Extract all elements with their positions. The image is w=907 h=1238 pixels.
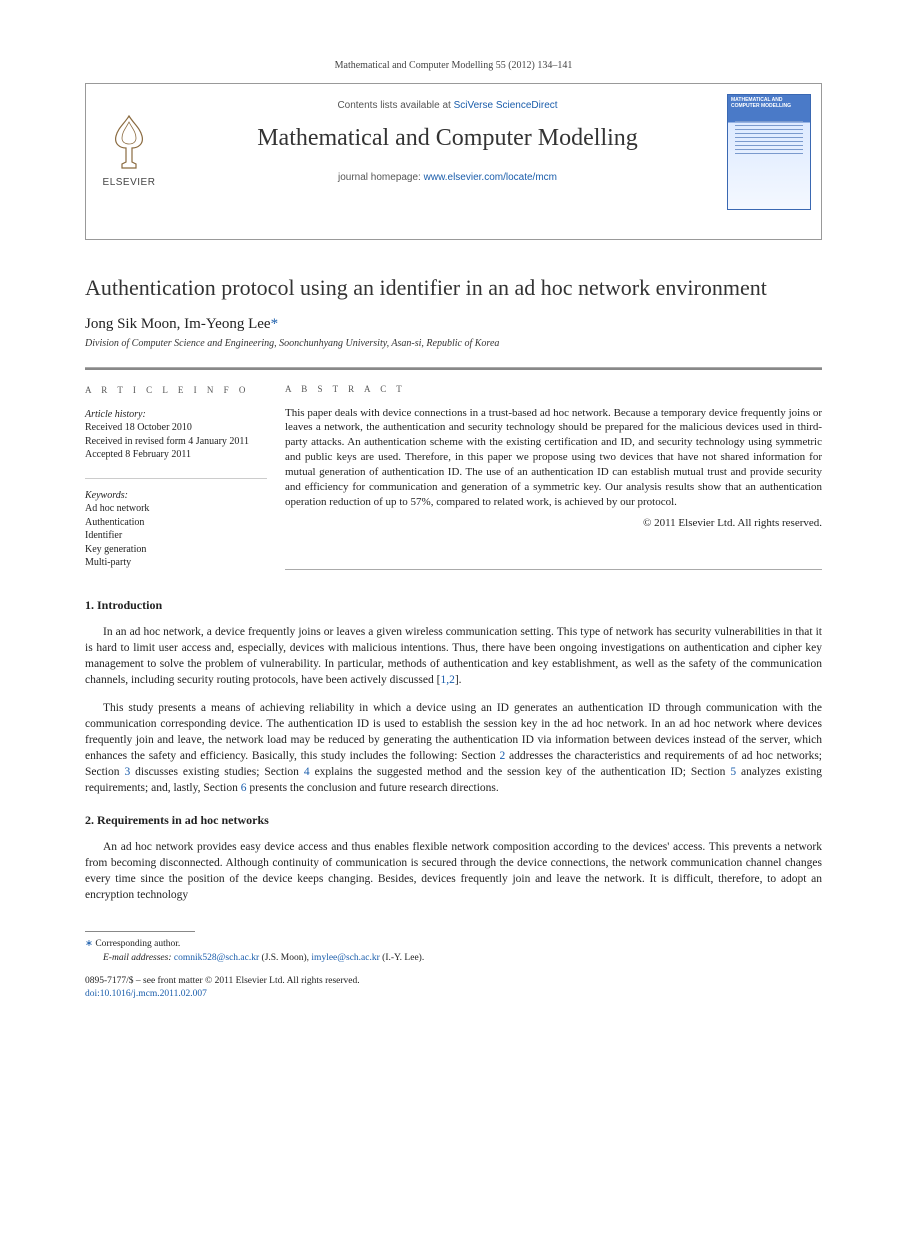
keyword: Identifier [85,529,267,543]
reference-link[interactable]: 1,2 [440,674,454,686]
para-text: presents the conclusion and future resea… [247,782,499,794]
sciencedirect-link[interactable]: SciVerse ScienceDirect [454,100,558,111]
author-email-link[interactable]: imylee@sch.ac.kr [311,953,379,963]
publisher-logo-block: ELSEVIER [96,114,162,188]
cover-decoration [731,121,807,154]
keyword: Multi-party [85,556,267,570]
cover-title-text: MATHEMATICAL AND COMPUTER MODELLING [731,98,807,109]
abstract-heading: A B S T R A C T [285,384,822,394]
journal-cover-thumbnail: MATHEMATICAL AND COMPUTER MODELLING [727,94,811,210]
journal-header: ELSEVIER Contents lists available at Sci… [85,83,822,240]
author-email-link[interactable]: comnik528@sch.ac.kr [174,953,259,963]
keyword: Authentication [85,516,267,530]
abstract-text: This paper deals with device connections… [285,406,822,510]
email-line: E-mail addresses: comnik528@sch.ac.kr (J… [85,952,822,965]
author-list: Jong Sik Moon, Im-Yeong Lee* [85,316,822,333]
section-2-para-1: An ad hoc network provides easy device a… [85,839,822,903]
keywords-label: Keywords: [85,489,267,503]
corresponding-author-mark[interactable]: * [271,316,279,332]
front-matter-line: 0895-7177/$ – see front matter © 2011 El… [85,975,822,988]
homepage-prefix: journal homepage: [338,172,424,183]
history-accepted: Accepted 8 February 2011 [85,448,267,462]
author-affiliation: Division of Computer Science and Enginee… [85,338,822,349]
para-text: ]. [455,674,462,686]
star-icon: ∗ [85,939,93,949]
authors-names: Jong Sik Moon, Im-Yeong Lee [85,316,271,332]
publisher-name: ELSEVIER [96,177,162,188]
history-received: Received 18 October 2010 [85,421,267,435]
section-1-para-1: In an ad hoc network, a device frequentl… [85,624,822,688]
section-2-heading: 2. Requirements in ad hoc networks [85,813,822,828]
email-owner: (I.-Y. Lee). [382,953,424,963]
contents-prefix: Contents lists available at [337,100,453,111]
footnotes-block: ∗ Corresponding author. E-mail addresses… [85,938,822,1001]
section-1-para-2: This study presents a means of achieving… [85,700,822,797]
journal-homepage-link[interactable]: www.elsevier.com/locate/mcm [424,172,557,183]
history-revised: Received in revised form 4 January 2011 [85,435,267,449]
email-addresses-label: E-mail addresses: [103,953,172,963]
contents-available-line: Contents lists available at SciVerse Sci… [178,100,717,111]
journal-title: Mathematical and Computer Modelling [178,125,717,152]
citation-line: Mathematical and Computer Modelling 55 (… [85,60,822,71]
journal-homepage-line: journal homepage: www.elsevier.com/locat… [178,172,717,183]
article-info-heading: A R T I C L E I N F O [85,384,267,396]
abstract-copyright: © 2011 Elsevier Ltd. All rights reserved… [285,517,822,529]
footnote-separator [85,931,195,932]
corr-label: Corresponding author. [95,939,180,949]
elsevier-tree-icon [104,114,154,170]
article-info-column: A R T I C L E I N F O Article history: R… [85,368,285,570]
keyword: Ad hoc network [85,502,267,516]
corresponding-author-note: ∗ Corresponding author. [85,938,822,951]
article-title: Authentication protocol using an identif… [85,274,822,302]
para-text: explains the suggested method and the se… [310,766,731,778]
para-text: discusses existing studies; Section [130,766,304,778]
email-owner: (J.S. Moon), [262,953,310,963]
abstract-column: A B S T R A C T This paper deals with de… [285,368,822,570]
history-label: Article history: [85,408,267,422]
doi-link[interactable]: doi:10.1016/j.mcm.2011.02.007 [85,989,207,999]
section-1-heading: 1. Introduction [85,598,822,613]
keyword: Key generation [85,543,267,557]
